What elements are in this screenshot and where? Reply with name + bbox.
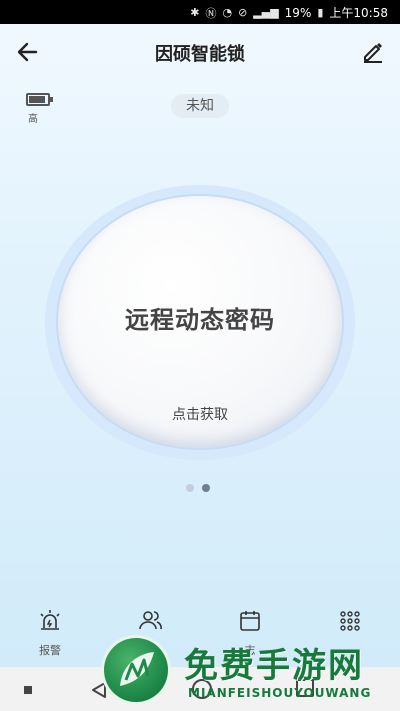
status-icons: ✱ Ⓝ ◔ ⊘ ▂▄▆ 19% ▮ 上午10:58 [190,4,388,21]
battery-level-label: 高 [28,114,38,125]
clock: 上午10:58 [329,6,388,20]
battery-percent: 19% [284,5,312,20]
wifi-icon: ◔ [222,6,233,19]
signal-icon: ▂▄▆ [253,6,279,19]
keypad-icon [340,611,360,631]
get-password-label[interactable]: 点击获取 [0,404,400,424]
status-bar: ✱ Ⓝ ◔ ⊘ ▂▄▆ 19% ▮ 上午10:58 [0,0,400,24]
tab-alarm[interactable]: 报警 [0,600,100,665]
battery-icon: ▮ [317,6,324,19]
watermark-subtitle: MIANFEISHOUYOUWANG [188,686,372,700]
alarm-icon [40,610,60,630]
bluetooth-icon: ✱ [190,6,200,19]
pencil-icon [364,43,382,63]
top-navbar: 因硕智能锁 [0,24,400,80]
battery-fill [29,96,46,103]
mute-icon: ⊘ [238,6,248,19]
menu-icon[interactable] [24,686,32,694]
password-title: 远程动态密码 [125,306,275,334]
page-dot-1[interactable] [186,484,194,492]
leaf-logo-icon [120,652,154,686]
watermark-logo [104,638,168,702]
lock-battery: 高 [26,93,53,125]
page-indicator [186,484,210,492]
page-title: 因硕智能锁 [155,44,245,65]
users-icon [139,611,162,630]
edit-button[interactable] [360,38,386,64]
battery-icon [26,93,53,106]
calendar-icon [240,611,260,631]
watermark: 免费手游网 MIANFEISHOUYOUWANG [104,632,400,711]
watermark-title: 免费手游网 [184,646,364,686]
nfc-icon: Ⓝ [205,6,217,20]
page-dot-2[interactable] [202,484,210,492]
tab-label: 报警 [39,644,61,657]
lock-status-badge: 未知 [171,94,229,118]
